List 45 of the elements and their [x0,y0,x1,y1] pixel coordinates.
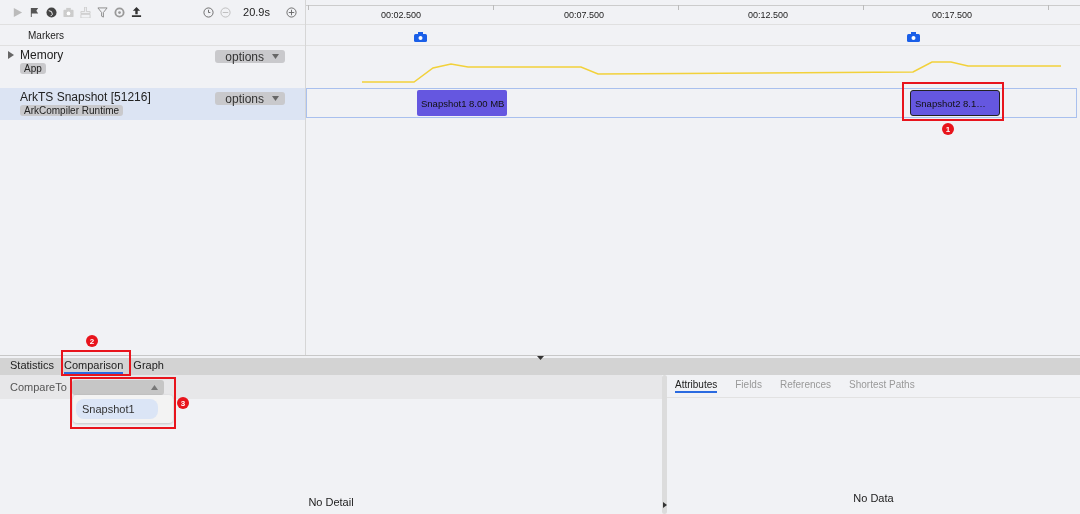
splitter-handle[interactable] [662,375,667,514]
callout-number: 3 [177,397,189,409]
caret-icon [272,54,279,59]
callout-number: 1 [942,123,954,135]
compare-label: CompareTo [10,381,67,393]
collapse-icon[interactable] [537,356,544,360]
markers-label: Markers [28,29,65,41]
filter-icon[interactable] [97,6,108,18]
snapshot-block[interactable]: Snapshot1 8.00 MB [417,90,507,116]
track-tag: ArkCompiler Runtime [20,105,124,116]
track-row[interactable]: ArkTS Snapshot [51216] ArkCompiler Runtime options [0,88,305,120]
snapshot-block[interactable]: Snapshot2 8.1… [910,90,1000,116]
detail-tab[interactable]: Attributes [675,379,718,393]
settings-icon[interactable] [114,6,125,18]
expand-icon[interactable] [8,51,14,59]
timer-icon[interactable] [203,6,215,18]
view-tab[interactable]: Comparison [64,359,124,374]
camera-icon[interactable] [414,32,427,42]
globe-icon[interactable] [46,6,57,18]
tick-label: 00:17.500 [932,10,972,20]
zoom-out-icon[interactable] [220,6,232,18]
tick-label: 00:02.500 [381,10,421,20]
zoom-in-icon[interactable] [286,6,297,18]
tick-label: 00:07.500 [564,10,604,20]
flag-icon[interactable] [29,6,40,18]
empty-message: No Detail [308,496,354,510]
view-tab[interactable]: Statistics [10,359,54,374]
camera-icon[interactable] [907,32,920,42]
track-name: ArkTS Snapshot [51216] [20,90,151,104]
caret-icon [150,384,158,390]
track-name: Memory [20,48,64,62]
duration-label: 20.9s [243,6,270,18]
upload-icon[interactable] [131,6,142,18]
tick-label: 00:12.500 [748,10,788,20]
caret-icon [272,96,279,101]
empty-message: No Data [853,492,894,506]
track-row[interactable]: Memory App options [0,46,305,88]
track-tag: App [20,63,46,74]
play-icon[interactable] [12,6,23,18]
view-tab[interactable]: Graph [133,359,164,374]
dropdown-option[interactable]: Snapshot1 [76,399,158,419]
options-dropdown[interactable]: options [215,50,285,63]
options-dropdown[interactable]: options [215,92,285,105]
compare-dropdown[interactable] [71,379,164,395]
callout-number: 2 [86,335,98,347]
